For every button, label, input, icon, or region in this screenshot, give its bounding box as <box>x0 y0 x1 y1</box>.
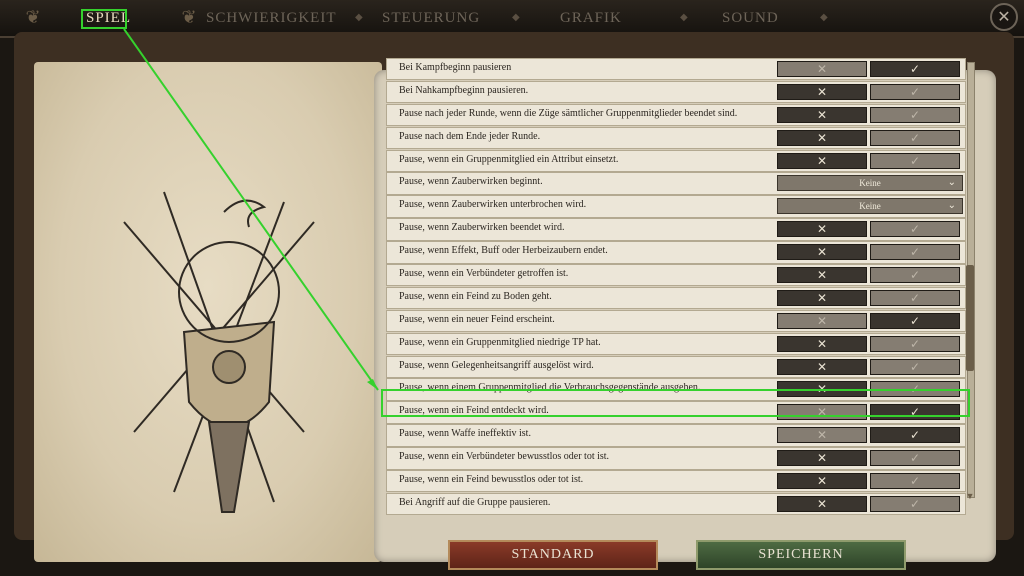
check-icon[interactable]: ✓ <box>870 473 960 490</box>
check-icon[interactable]: ✓ <box>870 152 960 169</box>
tab-divider: ◆ <box>680 12 688 23</box>
tab-schwierigkeit[interactable]: SCHWIERIGKEIT <box>206 8 336 28</box>
x-icon[interactable]: ✕ <box>777 152 867 169</box>
settings-row: Pause, wenn ein Gruppenmitglied ein Attr… <box>386 149 966 172</box>
x-icon[interactable]: ✕ <box>777 267 867 284</box>
check-icon[interactable]: ✓ <box>870 106 960 123</box>
row-label: Pause, wenn ein Gruppenmitglied niedrige… <box>399 336 601 348</box>
x-icon[interactable]: ✕ <box>777 61 867 77</box>
row-label: Pause, wenn Zauberwirken beginnt. <box>399 176 543 188</box>
settings-row: Pause, wenn ein Verbündeter getroffen is… <box>386 264 966 287</box>
check-icon[interactable]: ✓ <box>870 427 960 444</box>
settings-row: Pause, wenn ein Verbündeter bewusstlos o… <box>386 447 966 470</box>
tab-divider: ◆ <box>355 12 363 23</box>
row-label: Pause, wenn Waffe ineffektiv ist. <box>399 428 531 440</box>
row-label: Pause, wenn Gelegenheitsangriff ausgelös… <box>399 359 594 371</box>
row-label: Pause nach jeder Runde, wenn die Züge sä… <box>399 107 738 119</box>
row-label: Pause, wenn Effekt, Buff oder Herbeizaub… <box>399 245 608 257</box>
settings-row: Pause nach dem Ende jeder Runde. ✕ ✓ <box>386 126 966 150</box>
x-icon[interactable]: ✕ <box>777 358 867 375</box>
dropdown-select[interactable]: Keine ⌄ <box>777 198 963 215</box>
x-icon[interactable]: ✕ <box>777 427 867 444</box>
save-button[interactable]: SPEICHERN <box>696 540 906 570</box>
tab-sound[interactable]: SOUND <box>722 8 779 28</box>
check-icon[interactable]: ✓ <box>870 244 960 261</box>
x-icon[interactable]: ✕ <box>777 473 867 490</box>
settings-row: Bei Nahkampfbeginn pausieren. ✕ ✓ <box>386 80 966 104</box>
x-icon[interactable]: ✕ <box>777 244 867 261</box>
settings-list: Bei Kampfbeginn pausieren ✕ ✓ Bei Nahkampfb… <box>386 58 966 516</box>
chevron-down-icon: ⌄ <box>947 200 956 212</box>
settings-row: Pause nach jeder Runde, wenn die Züge sä… <box>386 103 966 127</box>
settings-row: Pause, wenn Effekt, Buff oder Herbeizaub… <box>386 241 966 264</box>
x-icon[interactable]: ✕ <box>777 495 867 512</box>
scroll-down-icon[interactable]: ▼ <box>963 492 977 501</box>
dropdown-select[interactable]: Keine ⌄ <box>777 175 963 192</box>
ornament-icon: ❦ <box>181 7 197 27</box>
settings-row: Pause, wenn Zauberwirken beendet wird. ✕ ✓ <box>386 218 966 241</box>
check-icon[interactable]: ✓ <box>870 267 960 284</box>
settings-row: Pause, wenn Zauberwirken beginnt. Keine ⌄ <box>386 172 966 195</box>
settings-row: Pause, wenn Zauberwirken unterbrochen wi… <box>386 195 966 218</box>
x-icon[interactable]: ✕ <box>777 289 867 306</box>
settings-row: Pause, wenn Waffe ineffektiv ist. ✕ ✓ <box>386 424 966 447</box>
x-icon[interactable]: ✕ <box>777 335 867 352</box>
check-icon[interactable]: ✓ <box>870 289 960 306</box>
x-icon[interactable]: ✕ <box>777 83 867 100</box>
settings-row: Bei Kampfbeginn pausieren ✕ ✓ <box>386 58 966 81</box>
settings-row: Pause, wenn ein Gruppenmitglied niedrige… <box>386 332 966 356</box>
tab-steuerung[interactable]: STEUERUNG <box>382 8 480 28</box>
check-icon[interactable]: ✓ <box>870 450 960 467</box>
check-icon[interactable]: ✓ <box>870 358 960 375</box>
check-icon[interactable]: ✓ <box>870 221 960 238</box>
check-icon[interactable]: ✓ <box>870 83 960 100</box>
left-page <box>34 62 382 562</box>
check-icon[interactable]: ✓ <box>870 495 960 512</box>
crossed-swords-shield-emblem <box>123 191 315 513</box>
row-label: Pause, wenn ein Verbündeter bewusstlos o… <box>399 451 610 463</box>
row-label: Pause, wenn ein Verbündeter getroffen is… <box>399 268 569 280</box>
dropdown-value: Keine <box>859 201 881 212</box>
row-label: Bei Angriff auf die Gruppe pausieren. <box>399 496 551 508</box>
tab-grafik[interactable]: GRAFIK <box>560 8 622 28</box>
row-label: Pause, wenn Zauberwirken unterbrochen wi… <box>399 199 587 211</box>
check-icon[interactable]: ✓ <box>870 312 960 329</box>
x-icon[interactable]: ✕ <box>777 450 867 467</box>
highlight-box-tab <box>81 9 127 29</box>
row-label: Pause, wenn ein Gruppenmitglied ein Attr… <box>399 153 619 165</box>
row-label: Pause, wenn Zauberwirken beendet wird. <box>399 222 565 234</box>
ornament-icon: ❦ <box>25 7 41 27</box>
row-label: Pause, wenn ein Feind zu Boden geht. <box>399 290 552 302</box>
chevron-down-icon: ⌄ <box>947 177 956 189</box>
x-icon[interactable]: ✕ <box>777 312 867 329</box>
check-icon[interactable]: ✓ <box>870 335 960 352</box>
x-icon[interactable]: ✕ <box>777 129 867 146</box>
scrollbar-thumb[interactable] <box>966 265 974 372</box>
settings-row: Pause, wenn Gelegenheitsangriff ausgelös… <box>386 355 966 378</box>
x-icon[interactable]: ✕ <box>777 221 867 238</box>
row-label: Bei Nahkampfbeginn pausieren. <box>399 84 529 96</box>
highlight-box-row <box>381 389 970 417</box>
x-icon[interactable]: ✕ <box>777 106 867 123</box>
tab-divider: ◆ <box>512 12 520 23</box>
standard-button[interactable]: STANDARD <box>448 540 658 570</box>
row-label: Pause, wenn ein neuer Feind erscheint. <box>399 313 555 325</box>
settings-row: Pause, wenn ein Feind zu Boden geht. ✕ ✓ <box>386 286 966 310</box>
row-label: Pause, wenn ein Feind bewusstlos oder to… <box>399 474 584 486</box>
row-label: Bei Kampfbeginn pausieren <box>399 62 512 73</box>
tab-divider: ◆ <box>820 12 828 23</box>
check-icon[interactable]: ✓ <box>870 129 960 146</box>
settings-row: Pause, wenn ein neuer Feind erscheint. ✕ ✓ <box>386 309 966 333</box>
row-label: Pause nach dem Ende jeder Runde. <box>399 130 541 142</box>
settings-row: Pause, wenn ein Feind bewusstlos oder to… <box>386 470 966 493</box>
settings-row: Bei Angriff auf die Gruppe pausieren. ✕ ✓ <box>386 492 966 516</box>
close-icon[interactable]: ✕ <box>990 3 1018 31</box>
dropdown-value: Keine <box>859 178 881 189</box>
check-icon[interactable]: ✓ <box>870 61 960 77</box>
